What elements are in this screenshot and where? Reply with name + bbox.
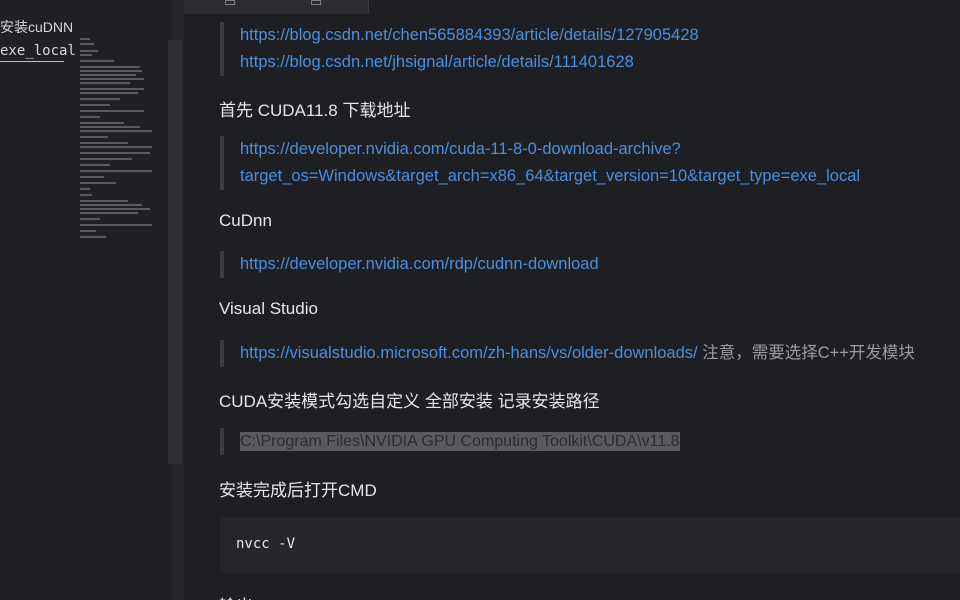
document-content: https://blog.csdn.net/chen565884393/arti… — [184, 14, 960, 600]
tab-glyph-a: ▭ — [224, 0, 237, 9]
code-nvcc: nvcc -V — [236, 536, 296, 552]
install-path-selected[interactable]: C:\Program Files\NVIDIA GPU Computing To… — [240, 432, 680, 451]
outline-underline — [0, 61, 64, 62]
tab-active[interactable]: ▭ ▭ — [184, 0, 369, 14]
blockquote-cuda-link: https://developer.nvidia.com/cuda-11-8-0… — [220, 136, 860, 190]
outline-item-title[interactable]: 安装cuDNN — [0, 17, 73, 37]
minimap[interactable] — [80, 36, 164, 246]
link-cuda-download-line1[interactable]: https://developer.nvidia.com/cuda-11-8-0… — [240, 136, 860, 163]
heading-visual-studio: Visual Studio — [219, 299, 318, 318]
blockquote-vs-link: https://visualstudio.microsoft.com/zh-ha… — [220, 340, 915, 367]
heading-open-cmd: 安装完成后打开CMD — [219, 481, 377, 500]
outline-item-exe-local[interactable]: exe_local — [0, 43, 76, 59]
sidebar-scrollbar-thumb[interactable] — [168, 40, 182, 464]
link-cudnn-download[interactable]: https://developer.nvidia.com/rdp/cudnn-d… — [240, 251, 599, 278]
code-block[interactable]: nvcc -V — [220, 517, 960, 573]
heading-install-mode: CUDA安装模式勾选自定义 全部安装 记录安装路径 — [219, 392, 600, 411]
app-window: 安装cuDNN exe_local ▭ ▭ https://blog.csdn.… — [0, 0, 960, 600]
heading-cudnn: CuDnn — [219, 211, 272, 230]
heading-output: 输出 — [219, 592, 253, 600]
link-csdn-2[interactable]: https://blog.csdn.net/jhsignal/article/d… — [240, 49, 699, 76]
heading-cuda-download: 首先 CUDA11.8 下载地址 — [219, 101, 411, 120]
link-csdn-1[interactable]: https://blog.csdn.net/chen565884393/arti… — [240, 22, 699, 49]
blockquote-cudnn-link: https://developer.nvidia.com/rdp/cudnn-d… — [220, 251, 599, 278]
outline-panel: 安装cuDNN exe_local — [0, 0, 172, 600]
link-visual-studio[interactable]: https://visualstudio.microsoft.com/zh-ha… — [240, 344, 698, 362]
vs-note: 注意，需要选择C++开发模块 — [697, 344, 915, 362]
link-cuda-download-line2[interactable]: target_os=Windows&target_arch=x86_64&tar… — [240, 163, 860, 190]
tab-glyph-b: ▭ — [310, 0, 323, 9]
blockquote-install-path: C:\Program Files\NVIDIA GPU Computing To… — [220, 428, 680, 455]
blockquote-links: https://blog.csdn.net/chen565884393/arti… — [220, 22, 699, 76]
